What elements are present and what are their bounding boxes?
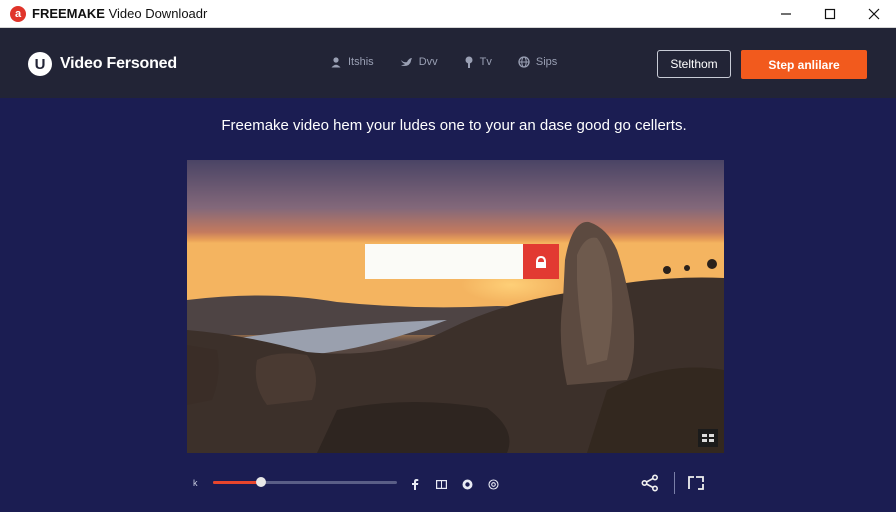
nav-label-2: Dvv [418, 56, 438, 68]
logo-icon[interactable]: U [28, 52, 52, 76]
person-icon [331, 57, 341, 68]
share-icon [641, 474, 659, 492]
nav-label-4: Sips [535, 56, 558, 68]
progress-slider[interactable] [213, 477, 397, 487]
app-icon: a [10, 5, 26, 22]
nav-label-3: Tv [479, 56, 492, 68]
get-started-button[interactable]: Step anlilare [741, 50, 867, 79]
window-button[interactable] [435, 478, 447, 490]
google-button[interactable] [461, 478, 473, 490]
nav-label-1: Itshis [348, 56, 374, 68]
search-input[interactable] [365, 244, 523, 279]
bird-icon [400, 58, 412, 66]
facebook-icon [412, 478, 419, 490]
nav-item-3[interactable]: Tv [464, 56, 492, 68]
facebook-button[interactable] [409, 478, 421, 490]
nav-item-4[interactable]: Sips [518, 56, 557, 68]
tagline: Freemake video hem your ludes one to you… [221, 117, 687, 134]
window-controls [764, 0, 896, 27]
title-bar: a FREEMAKE Video Downloadr [0, 0, 896, 28]
window-title-rest: Video Downloadr [104, 6, 208, 21]
fullscreen-button[interactable] [687, 475, 705, 496]
at-icon [487, 478, 499, 490]
logo-text[interactable]: Video Fersoned [60, 55, 177, 73]
divider [674, 472, 675, 494]
close-button[interactable] [852, 0, 896, 27]
window-title-brand: FREEMAKE [32, 6, 105, 21]
at-button[interactable] [487, 478, 499, 490]
close-icon [868, 8, 880, 19]
top-nav: Itshis Dvv Tv Sips [330, 56, 557, 68]
landscape-image [187, 160, 724, 453]
share-button[interactable] [641, 474, 659, 497]
fullscreen-icon [688, 476, 704, 490]
pin-icon [465, 56, 473, 68]
maximize-button[interactable] [808, 0, 852, 27]
video-preview[interactable] [187, 160, 724, 453]
share-icons [409, 478, 499, 490]
captions-icon [702, 434, 714, 442]
nav-item-2[interactable]: Dvv [400, 56, 438, 68]
sign-in-button[interactable]: Stelthom [657, 50, 731, 78]
globe-icon [518, 56, 530, 68]
captions-button[interactable] [698, 429, 718, 447]
app-header: U Video Fersoned Itshis Dvv Tv Sips Stel… [0, 28, 896, 98]
window-title: FREEMAKE Video Downloadr [32, 6, 207, 21]
search-button[interactable] [523, 244, 559, 279]
time-label: k [193, 478, 198, 488]
maximize-icon [824, 8, 836, 19]
window-icon [435, 479, 447, 489]
lock-icon [536, 255, 546, 268]
minimize-icon [781, 12, 791, 15]
progress-handle[interactable] [255, 477, 266, 487]
progress-fill [213, 481, 261, 484]
player-controls: k [0, 466, 896, 502]
nav-item-1[interactable]: Itshis [330, 56, 374, 68]
google-icon [462, 479, 472, 489]
minimize-button[interactable] [764, 0, 808, 27]
